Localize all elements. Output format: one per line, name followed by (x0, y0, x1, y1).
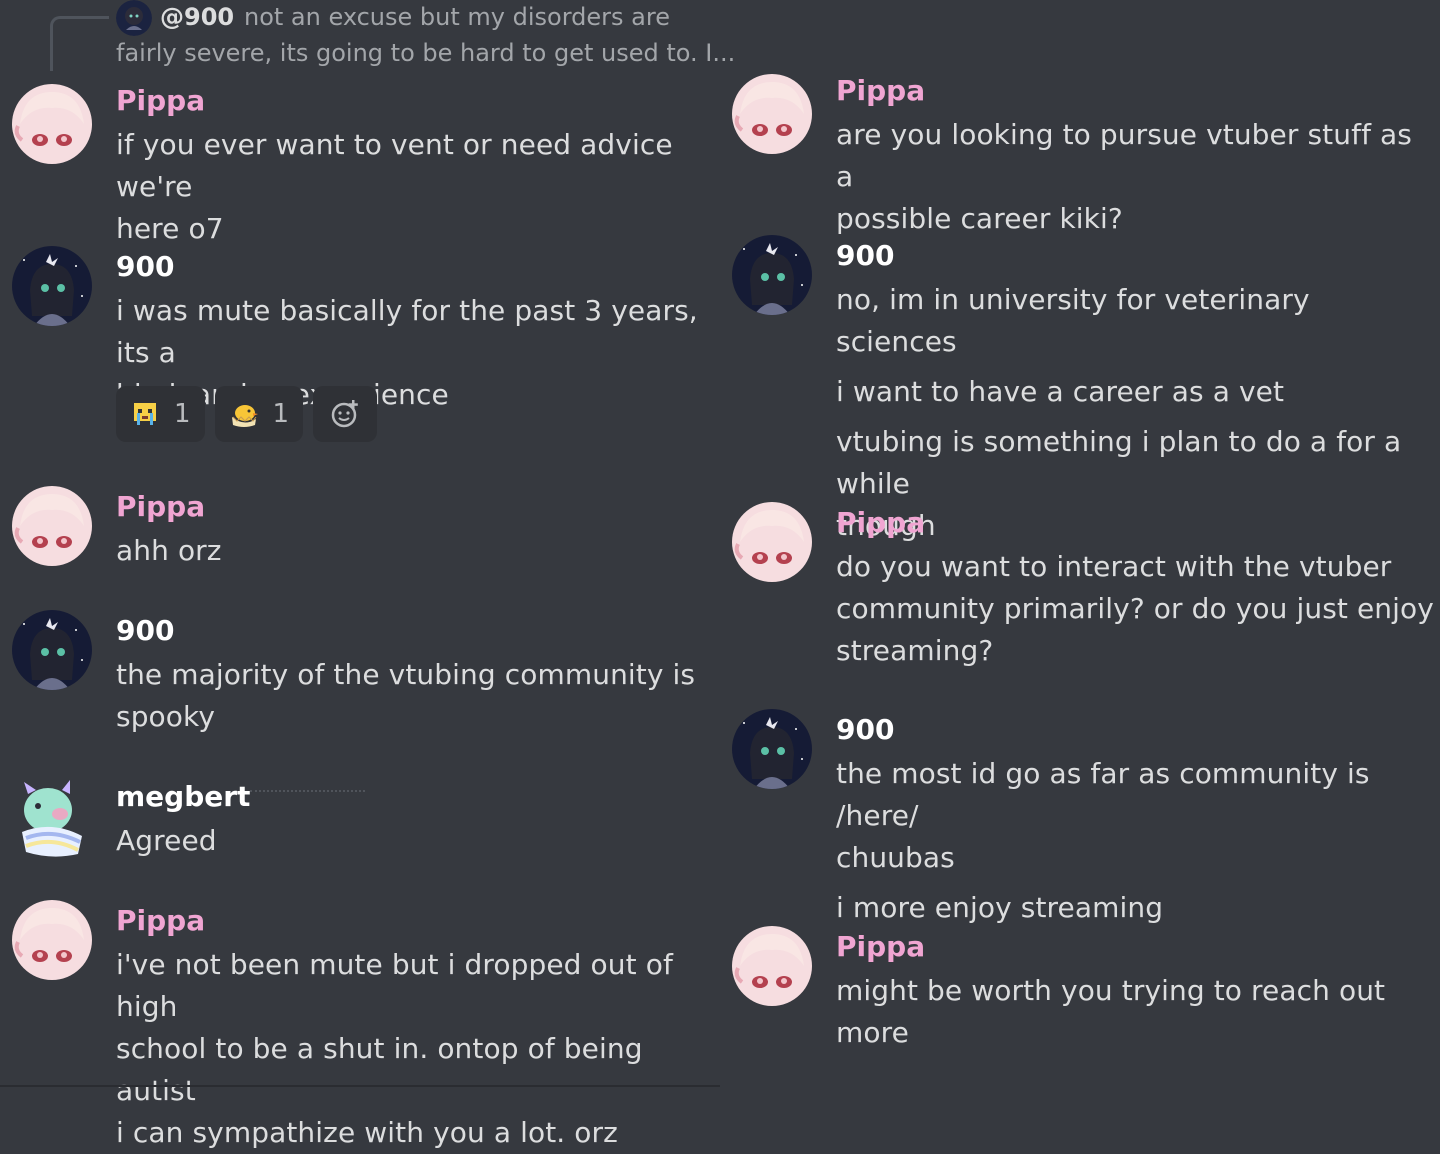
avatar-pippa[interactable] (732, 74, 812, 154)
divider (0, 1085, 720, 1087)
username[interactable]: megbert (116, 780, 714, 814)
reply-connector (50, 16, 109, 71)
username[interactable]: Pippa (836, 506, 1434, 540)
reaction-count: 1 (174, 399, 191, 429)
message-line: school to be a shut in. ontop of being a… (116, 1032, 643, 1107)
username[interactable]: 900 (836, 239, 1434, 273)
message-line: i was mute basically for the past 3 year… (116, 294, 698, 369)
username[interactable]: 900 (836, 713, 1434, 747)
timestamp-redacted (250, 790, 365, 795)
message-line: ahh orz (116, 534, 222, 567)
message-line: here o7 (116, 212, 224, 245)
message-line: no, im in university for veterinary scie… (836, 283, 1310, 358)
add-reaction-icon (331, 400, 358, 428)
message-line: Agreed (116, 824, 217, 857)
message-line: vtubing is something i plan to do a for … (836, 425, 1402, 500)
message-line: are you looking to pursue vtuber stuff a… (836, 118, 1412, 193)
avatar-pippa[interactable] (12, 84, 92, 164)
username[interactable]: 900 (116, 250, 714, 284)
message-line: possible career kiki? (836, 202, 1123, 235)
reaction-chick[interactable]: 1 (214, 386, 304, 442)
message-line: i've not been mute but i dropped out of … (116, 948, 673, 1023)
avatar-pippa[interactable] (732, 926, 812, 1006)
avatar-900[interactable] (12, 610, 92, 690)
username[interactable]: Pippa (836, 74, 1434, 108)
reaction-count: 1 (272, 399, 290, 429)
username[interactable]: Pippa (116, 84, 714, 118)
message-line: spooky (116, 700, 216, 733)
message-line: i more enjoy streaming (836, 891, 1164, 924)
avatar-900[interactable] (732, 235, 812, 315)
message-line: community primarily? or do you just enjo… (836, 592, 1434, 625)
avatar-900[interactable] (12, 246, 92, 326)
message-line: i want to have a career as a vet (836, 375, 1285, 408)
message-line: might be worth you trying to reach out m… (836, 974, 1386, 1049)
message-line: streaming? (836, 634, 994, 667)
add-reaction-button[interactable] (313, 386, 378, 442)
chat-panel-right: Pippa are you looking to pursue vtuber s… (720, 0, 1440, 1092)
reply-text-continued[interactable]: fairly severe, its going to be hard to g… (116, 36, 735, 70)
message-line: the most id go as far as community is /h… (836, 757, 1370, 832)
username[interactable]: Pippa (836, 930, 1434, 964)
avatar-pippa[interactable] (12, 900, 92, 980)
reply-username[interactable]: @900 (160, 0, 234, 34)
avatar-900[interactable] (732, 709, 812, 789)
message-line: do you want to interact with the vtuber (836, 550, 1392, 583)
username[interactable]: Pippa (116, 490, 714, 524)
crying-face-emoji (134, 403, 156, 425)
avatar-megbert[interactable] (12, 780, 92, 860)
avatar-pippa[interactable] (12, 486, 92, 566)
reactions-bar: 1 1 (116, 386, 378, 442)
username[interactable]: Pippa (116, 904, 714, 938)
username[interactable]: 900 (116, 614, 714, 648)
reply-avatar-900[interactable] (116, 0, 152, 36)
hatching-chick-emoji (231, 405, 258, 427)
chat-panel-left: @900 not an excuse but my disorders are … (0, 0, 735, 1149)
reply-text[interactable]: not an excuse but my disorders are (244, 0, 670, 34)
message-line: chuubas (836, 841, 955, 874)
message-line: the majority of the vtubing community is (116, 658, 696, 691)
message-line: i can sympathize with you a lot. orz (116, 1116, 618, 1149)
reaction-crying[interactable]: 1 (116, 386, 205, 442)
message-line: if you ever want to vent or need advice … (116, 128, 673, 203)
avatar-pippa[interactable] (732, 502, 812, 582)
